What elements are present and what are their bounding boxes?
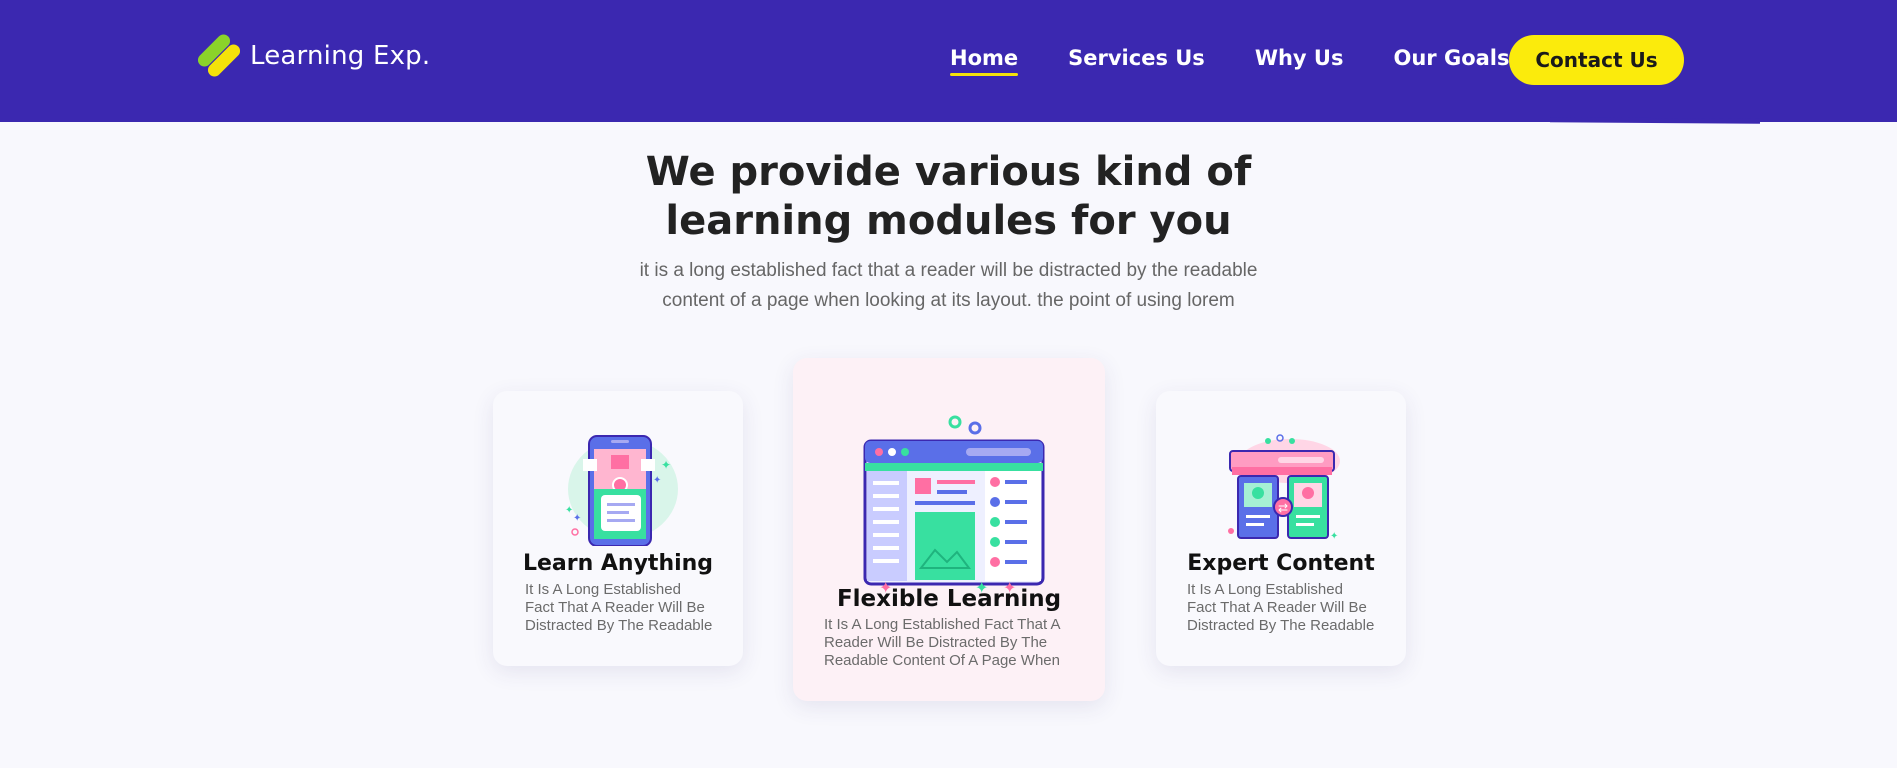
card-learn-anything[interactable]: ✦ ✦ ✦ ✦ Learn Anything It Is A Long Esta… <box>493 391 743 666</box>
logo-mark-icon <box>190 30 243 82</box>
svg-text:✦: ✦ <box>573 513 581 524</box>
svg-text:✦: ✦ <box>661 458 671 472</box>
section-subtitle-line2: content of a page when looking at its la… <box>662 290 1235 311</box>
site-header: Learning Exp. Home Services Us Why Us Ou… <box>0 0 1897 122</box>
card-desc-line: It Is A Long Established <box>525 581 681 598</box>
contact-us-button[interactable]: Contact Us <box>1509 35 1684 85</box>
browser-dashboard-icon: ✦ ✦ ✦ <box>851 386 1051 597</box>
header-edge-decoration <box>1549 117 1761 124</box>
content-exchange-icon: ⇄ ✦ <box>1218 421 1348 551</box>
card-title: Flexible Learning <box>836 586 1062 612</box>
main-nav: Home Services Us Why Us Our Goals <box>950 46 1560 76</box>
svg-text:✦: ✦ <box>1330 531 1338 542</box>
card-description: It Is A Long Established Fact That A Rea… <box>1187 581 1374 635</box>
section-title: We provide various kind of learning modu… <box>0 148 1897 246</box>
nav-why-us[interactable]: Why Us <box>1255 46 1344 76</box>
mobile-learning-icon: ✦ ✦ ✦ ✦ <box>553 421 683 551</box>
svg-text:✦: ✦ <box>653 475 661 486</box>
card-desc-line: It Is A Long Established <box>1187 581 1343 598</box>
card-desc-line: Fact That A Reader Will Be <box>1187 599 1367 616</box>
nav-services[interactable]: Services Us <box>1068 46 1205 76</box>
section-title-line2: learning modules for you <box>665 198 1232 244</box>
card-desc-line: Distracted By The Readable <box>525 617 713 634</box>
section-title-line1: We provide various kind of <box>645 149 1252 195</box>
card-desc-line: Readable Content Of A Page When <box>824 652 1060 669</box>
card-title: Learn Anything <box>522 551 714 576</box>
card-description: It Is A Long Established Fact That A Rea… <box>824 616 1061 670</box>
card-description: It Is A Long Established Fact That A Rea… <box>525 581 712 635</box>
nav-our-goals[interactable]: Our Goals <box>1393 46 1509 76</box>
card-flexible-learning[interactable]: ✦ ✦ ✦ Flexible Learning It Is A Long Est… <box>793 358 1105 701</box>
card-desc-line: Reader Will Be Distracted By The <box>824 634 1048 651</box>
brand-name: Learning Exp. <box>250 41 431 71</box>
card-desc-line: Fact That A Reader Will Be <box>525 599 705 616</box>
section-subtitle-line1: it is a long established fact that a rea… <box>639 260 1258 281</box>
brand-logo[interactable]: Learning Exp. <box>190 30 430 82</box>
card-title: Expert Content <box>1187 551 1375 576</box>
section-subtitle: it is a long established fact that a rea… <box>0 256 1897 316</box>
nav-home[interactable]: Home <box>950 46 1019 76</box>
card-expert-content[interactable]: ⇄ ✦ Expert Content It Is A Long Establis… <box>1156 391 1406 666</box>
card-desc-line: Distracted By The Readable <box>1187 617 1375 634</box>
svg-text:⇄: ⇄ <box>1278 501 1288 515</box>
card-desc-line: It Is A Long Established Fact That A <box>824 616 1061 633</box>
